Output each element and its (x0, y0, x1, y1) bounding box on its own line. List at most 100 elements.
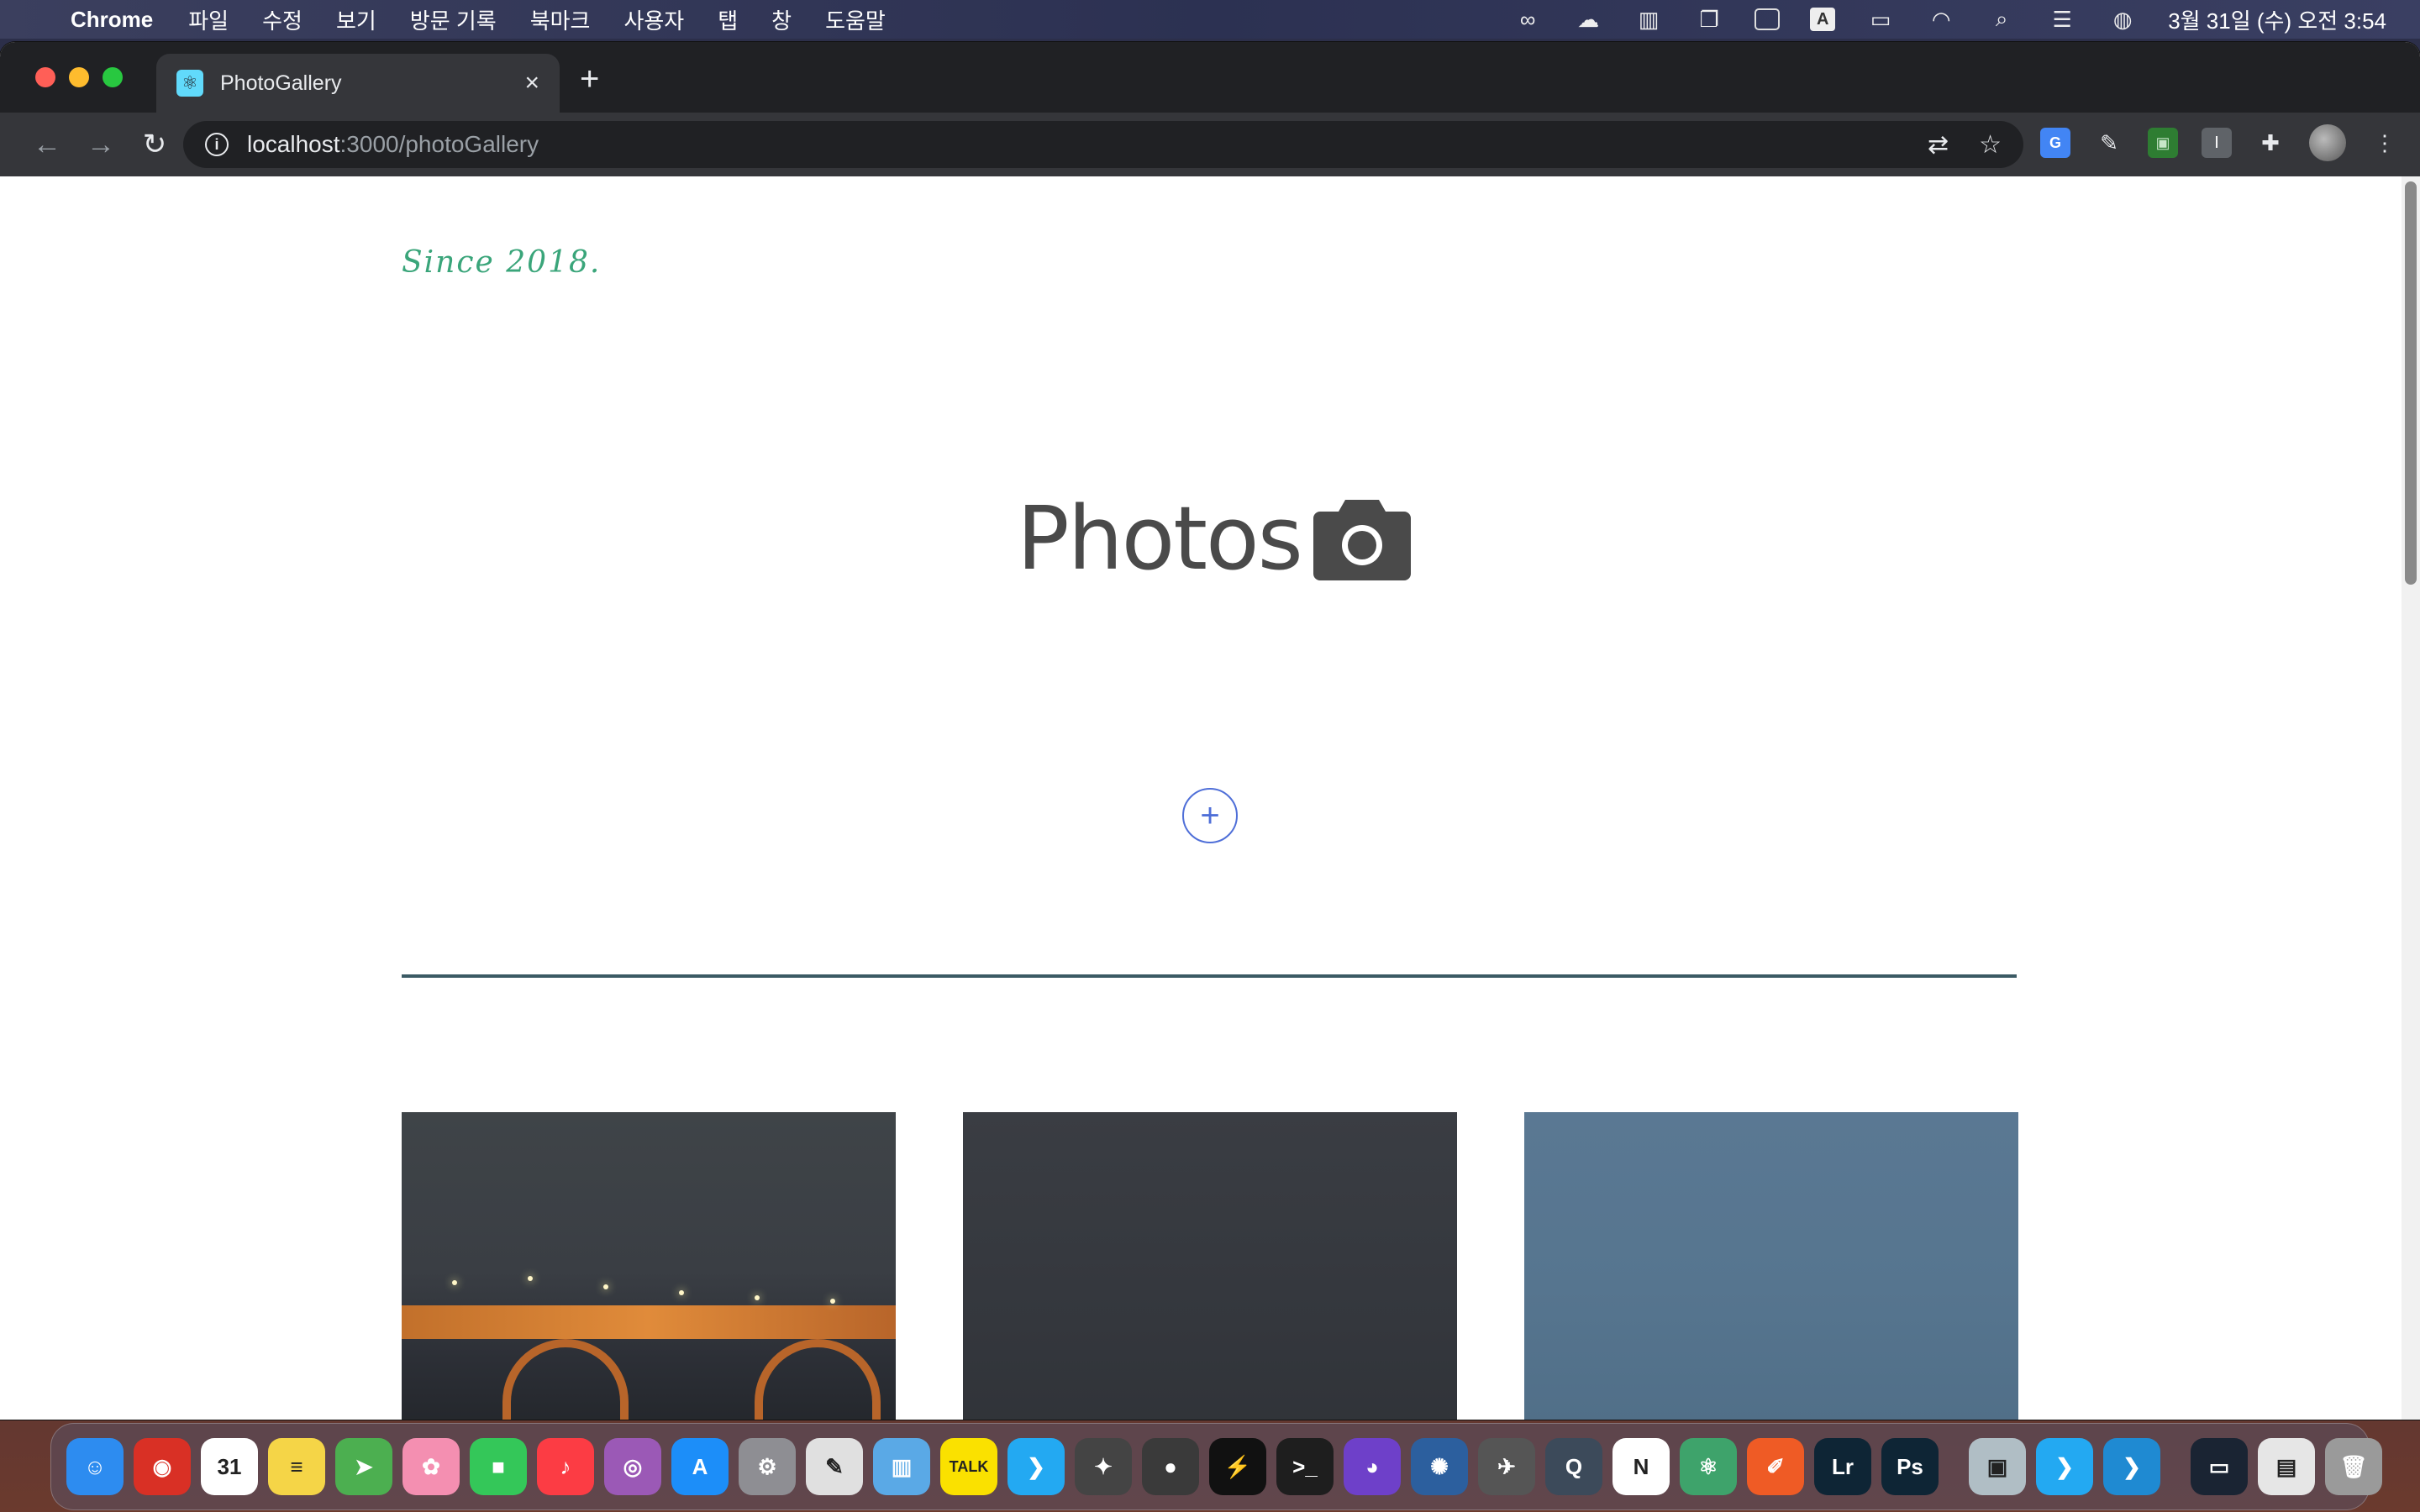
macos-dock: ☺ ◉ 31 ≡ ➤ ✿ ■ ♪ ◎ A ⚙ ✎ ▥ TALK ❯ ✦ ● ⚡ >_ ◕ ✺ ✈ Q N ⚛ ✐ Lr Ps ▣ ❯ ❯ ▭ ▤… (50, 1423, 2382, 1510)
github-app-icon[interactable]: ◕ (1344, 1438, 1401, 1495)
browser-toolbar: ← → ↻ i localhost :3000/photoGallery ⇄ ☆… (0, 113, 2420, 176)
menu-profiles[interactable]: 사용자 (623, 4, 684, 35)
preview-app-icon[interactable]: ▣ (1969, 1438, 2026, 1495)
macos-menubar: Chrome 파일 수정 보기 방문 기록 북마크 사용자 탭 창 도움말 ∞ … (0, 0, 2420, 39)
chrome-menu-icon[interactable]: ⋮ (2370, 128, 2400, 158)
textedit-app-icon[interactable]: ✎ (806, 1438, 863, 1495)
maps-app-icon[interactable]: ➤ (335, 1438, 392, 1495)
maximize-window-button[interactable] (103, 67, 123, 87)
windows-icon[interactable]: ❐ (1694, 7, 1724, 32)
tab-strip: ⚛ PhotoGallery × + (0, 42, 2420, 113)
facetime-app-icon[interactable]: ■ (470, 1438, 527, 1495)
recent-window-icon[interactable]: ▭ (2191, 1438, 2248, 1495)
address-bar[interactable]: i localhost :3000/photoGallery ⇄ ☆ (183, 121, 2023, 168)
minimize-window-button[interactable] (69, 67, 89, 87)
photos-app-icon[interactable]: ✿ (402, 1438, 460, 1495)
green-extension-icon[interactable]: ▣ (2148, 128, 2178, 158)
page-title: Photos (1017, 487, 1303, 590)
davinci-app-icon[interactable]: ● (1142, 1438, 1199, 1495)
finalcut-app-icon[interactable]: ✦ (1075, 1438, 1132, 1495)
scrollbar-thumb[interactable] (2405, 181, 2417, 585)
translate-icon[interactable]: ⇄ (1928, 130, 1949, 160)
plane-app-icon[interactable]: ✈ (1478, 1438, 1535, 1495)
battery-icon[interactable]: ▭ (1865, 7, 1896, 32)
chrome-window: ⚛ PhotoGallery × + ← → ↻ i localhost :30… (0, 42, 2420, 1420)
tab-title: PhotoGallery (220, 71, 342, 95)
menubar-clock[interactable]: 3월 31일 (수) 오전 3:54 (2168, 4, 2386, 35)
lightroom-app-icon[interactable]: Lr (1814, 1438, 1871, 1495)
cloud-icon[interactable]: ☁ (1573, 7, 1603, 32)
menubar-status-area: ∞ ☁ ▥ ❐ A ▭ ◠ ⌕ ☰ ◍ 3월 31일 (수) 오전 3:54 (1512, 4, 2386, 35)
url-path: :3000/photoGallery (339, 131, 539, 157)
iterm-app-icon[interactable]: ⚡ (1209, 1438, 1266, 1495)
menu-edit[interactable]: 수정 (262, 4, 302, 35)
menu-help[interactable]: 도움말 (825, 4, 886, 35)
page-scrollbar[interactable] (2402, 176, 2420, 1420)
extensions-area: G ✎ ▣ I ✚ ⋮ (2040, 124, 2400, 161)
menu-view[interactable]: 보기 (336, 4, 376, 35)
grey-extension-icon[interactable]: I (2202, 128, 2232, 158)
siri-icon[interactable]: ◍ (2107, 7, 2138, 32)
close-window-button[interactable] (35, 67, 55, 87)
control-center-icon[interactable]: ☰ (2047, 7, 2077, 32)
quicktime-app-icon[interactable]: Q (1545, 1438, 1602, 1495)
appstore-app-icon[interactable]: A (671, 1438, 729, 1495)
wifi-icon[interactable]: ◠ (1926, 7, 1956, 32)
photoshop-app-icon[interactable]: Ps (1881, 1438, 1939, 1495)
chrome-app-icon[interactable]: ◉ (134, 1438, 191, 1495)
kakaotalk-app-icon[interactable]: TALK (940, 1438, 997, 1495)
notes-app-icon[interactable]: ≡ (268, 1438, 325, 1495)
disk-app-icon[interactable]: ✺ (1411, 1438, 1468, 1495)
menu-tab[interactable]: 탭 (718, 4, 738, 35)
trash-icon[interactable]: 🗑 (2325, 1438, 2382, 1495)
since-tagline: Since 2018. (402, 245, 602, 280)
finder-app-icon[interactable]: ☺ (66, 1438, 124, 1495)
page-header: Photos (1017, 487, 1411, 590)
tab-photogallery[interactable]: ⚛ PhotoGallery × (156, 54, 560, 113)
photo-card-bridge[interactable] (402, 1112, 896, 1420)
page-viewport: Since 2018. Photos + (0, 176, 2420, 1420)
menu-history[interactable]: 방문 기록 (410, 4, 497, 35)
bridge-shape (402, 1305, 896, 1339)
reload-button[interactable]: ↻ (128, 128, 182, 161)
new-tab-button[interactable]: + (580, 60, 599, 98)
menubar-app-name[interactable]: Chrome (71, 7, 153, 33)
back-button[interactable]: ← (20, 129, 74, 161)
archive-app-icon[interactable]: ▥ (873, 1438, 930, 1495)
notion-app-icon[interactable]: N (1612, 1438, 1670, 1495)
settings-app-icon[interactable]: ⚙ (739, 1438, 796, 1495)
vscode-insiders-app-icon[interactable]: ❯ (2103, 1438, 2160, 1495)
calendar-app-icon[interactable]: 31 (201, 1438, 258, 1495)
window-controls (35, 67, 123, 87)
music-app-icon[interactable]: ♪ (537, 1438, 594, 1495)
downloads-stack-icon[interactable]: ▤ (2258, 1438, 2315, 1495)
postman-app-icon[interactable]: ✐ (1747, 1438, 1804, 1495)
url-host: localhost (247, 131, 340, 157)
layout-icon[interactable]: ▥ (1634, 7, 1664, 32)
podcast-app-icon[interactable]: ◎ (604, 1438, 661, 1495)
atom-app-icon[interactable]: ⚛ (1680, 1438, 1737, 1495)
spotlight-search-icon[interactable]: ⌕ (1986, 6, 2017, 31)
photo-card-blue-sky[interactable] (1524, 1112, 2018, 1420)
extensions-puzzle-icon[interactable]: ✚ (2255, 128, 2286, 158)
close-tab-icon[interactable]: × (524, 69, 539, 97)
google-translate-extension-icon[interactable]: G (2040, 128, 2070, 158)
site-info-icon[interactable]: i (205, 133, 229, 156)
input-source-icon[interactable]: A (1810, 8, 1836, 31)
pen-extension-icon[interactable]: ✎ (2094, 128, 2124, 158)
vscode-alt-app-icon[interactable]: ❯ (2036, 1438, 2093, 1495)
menu-file[interactable]: 파일 (188, 4, 229, 35)
screen-icon[interactable] (1754, 8, 1781, 30)
bookmark-star-icon[interactable]: ☆ (1979, 130, 2002, 160)
menu-bookmarks[interactable]: 북마크 (530, 4, 591, 35)
profile-avatar[interactable] (2309, 124, 2346, 161)
creative-cloud-icon[interactable]: ∞ (1512, 7, 1543, 32)
vscode-app-icon[interactable]: ❯ (1007, 1438, 1065, 1495)
menu-window[interactable]: 창 (771, 4, 792, 35)
forward-button[interactable]: → (74, 129, 128, 161)
photo-card-night-sky[interactable] (963, 1112, 1457, 1420)
section-divider (402, 974, 2017, 978)
react-favicon-icon: ⚛ (176, 70, 203, 97)
terminal-app-icon[interactable]: >_ (1276, 1438, 1334, 1495)
add-photo-button[interactable]: + (1182, 788, 1238, 843)
